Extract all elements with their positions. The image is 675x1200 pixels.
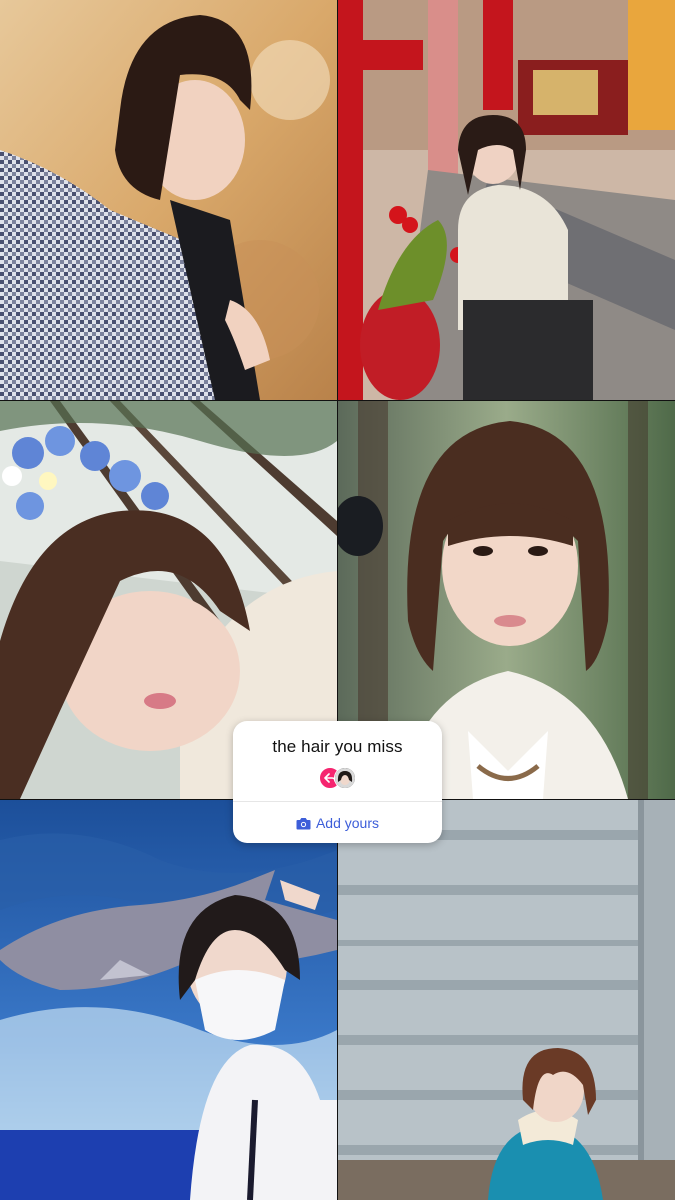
photo-tile-plaid-shirt [0,0,337,400]
sticker-divider [233,801,442,802]
add-yours-label: Add yours [315,815,380,831]
photo-tile-temple [338,0,675,400]
sticker-prompt-text: the hair you miss [272,737,403,756]
participant-avatars[interactable] [319,767,359,789]
add-yours-button[interactable]: Add yours [233,803,442,843]
avatar [334,767,356,789]
photo-tile-metal-wall [338,800,675,1200]
photo-tile-aquarium [0,800,337,1200]
add-yours-sticker[interactable]: the hair you miss Add yours [233,721,442,843]
photo-collage [0,0,675,1200]
camera-icon [296,817,311,829]
